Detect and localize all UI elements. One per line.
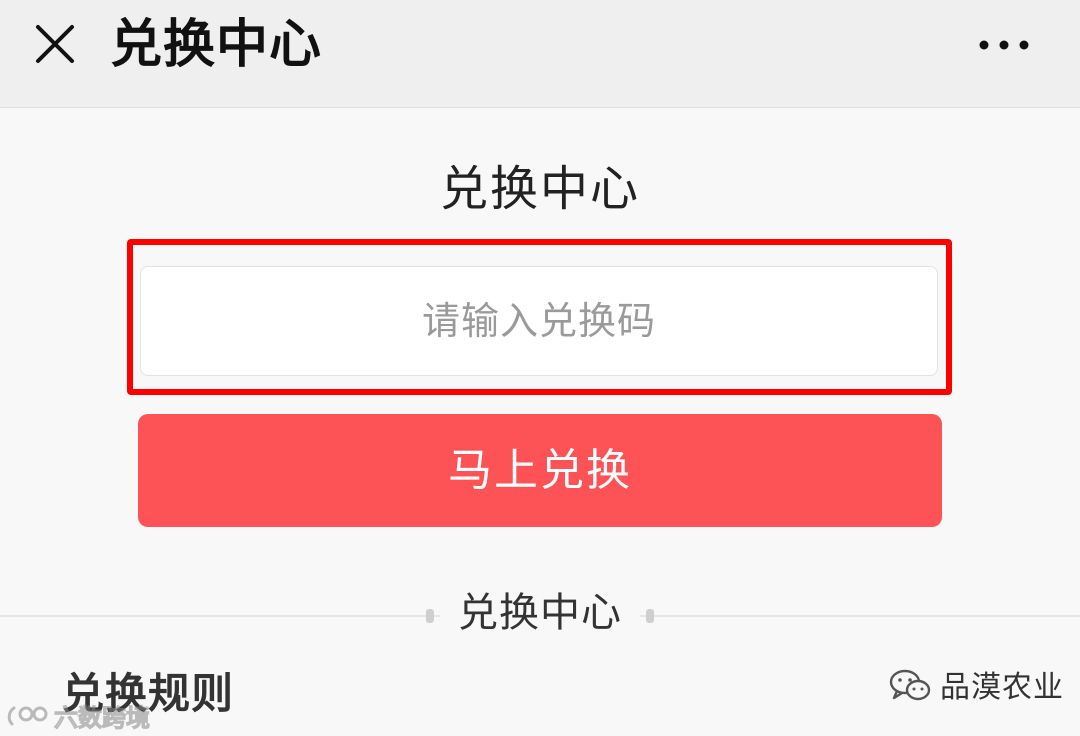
watermark-right: 品漠农业 <box>888 668 1064 708</box>
nav-title: 兑换中心 <box>110 15 323 75</box>
watermark-left: 六数跨境 <box>6 702 151 734</box>
divider-dot-right <box>646 609 654 623</box>
page-heading: 兑换中心 <box>439 161 640 217</box>
divider-dot-left <box>426 609 434 623</box>
watermark-left-text: 六数跨境 <box>54 704 151 733</box>
close-button[interactable] <box>30 19 80 69</box>
watermark-right-text: 品漠农业 <box>940 670 1064 705</box>
more-dots-icon <box>972 40 1036 66</box>
wechat-icon <box>888 668 932 708</box>
page-content: 兑换中心 马上兑换 兑换中心 兑换规则 六数跨境 <box>0 108 1080 736</box>
watermark-logo-icon <box>6 702 50 734</box>
redeem-code-input[interactable] <box>140 266 938 376</box>
redeem-now-button[interactable]: 马上兑换 <box>138 414 942 527</box>
divider-label: 兑换中心 <box>440 583 640 643</box>
navigation-bar: 兑换中心 <box>0 0 1080 108</box>
close-icon <box>30 19 80 69</box>
more-options-button[interactable] <box>972 28 1036 62</box>
